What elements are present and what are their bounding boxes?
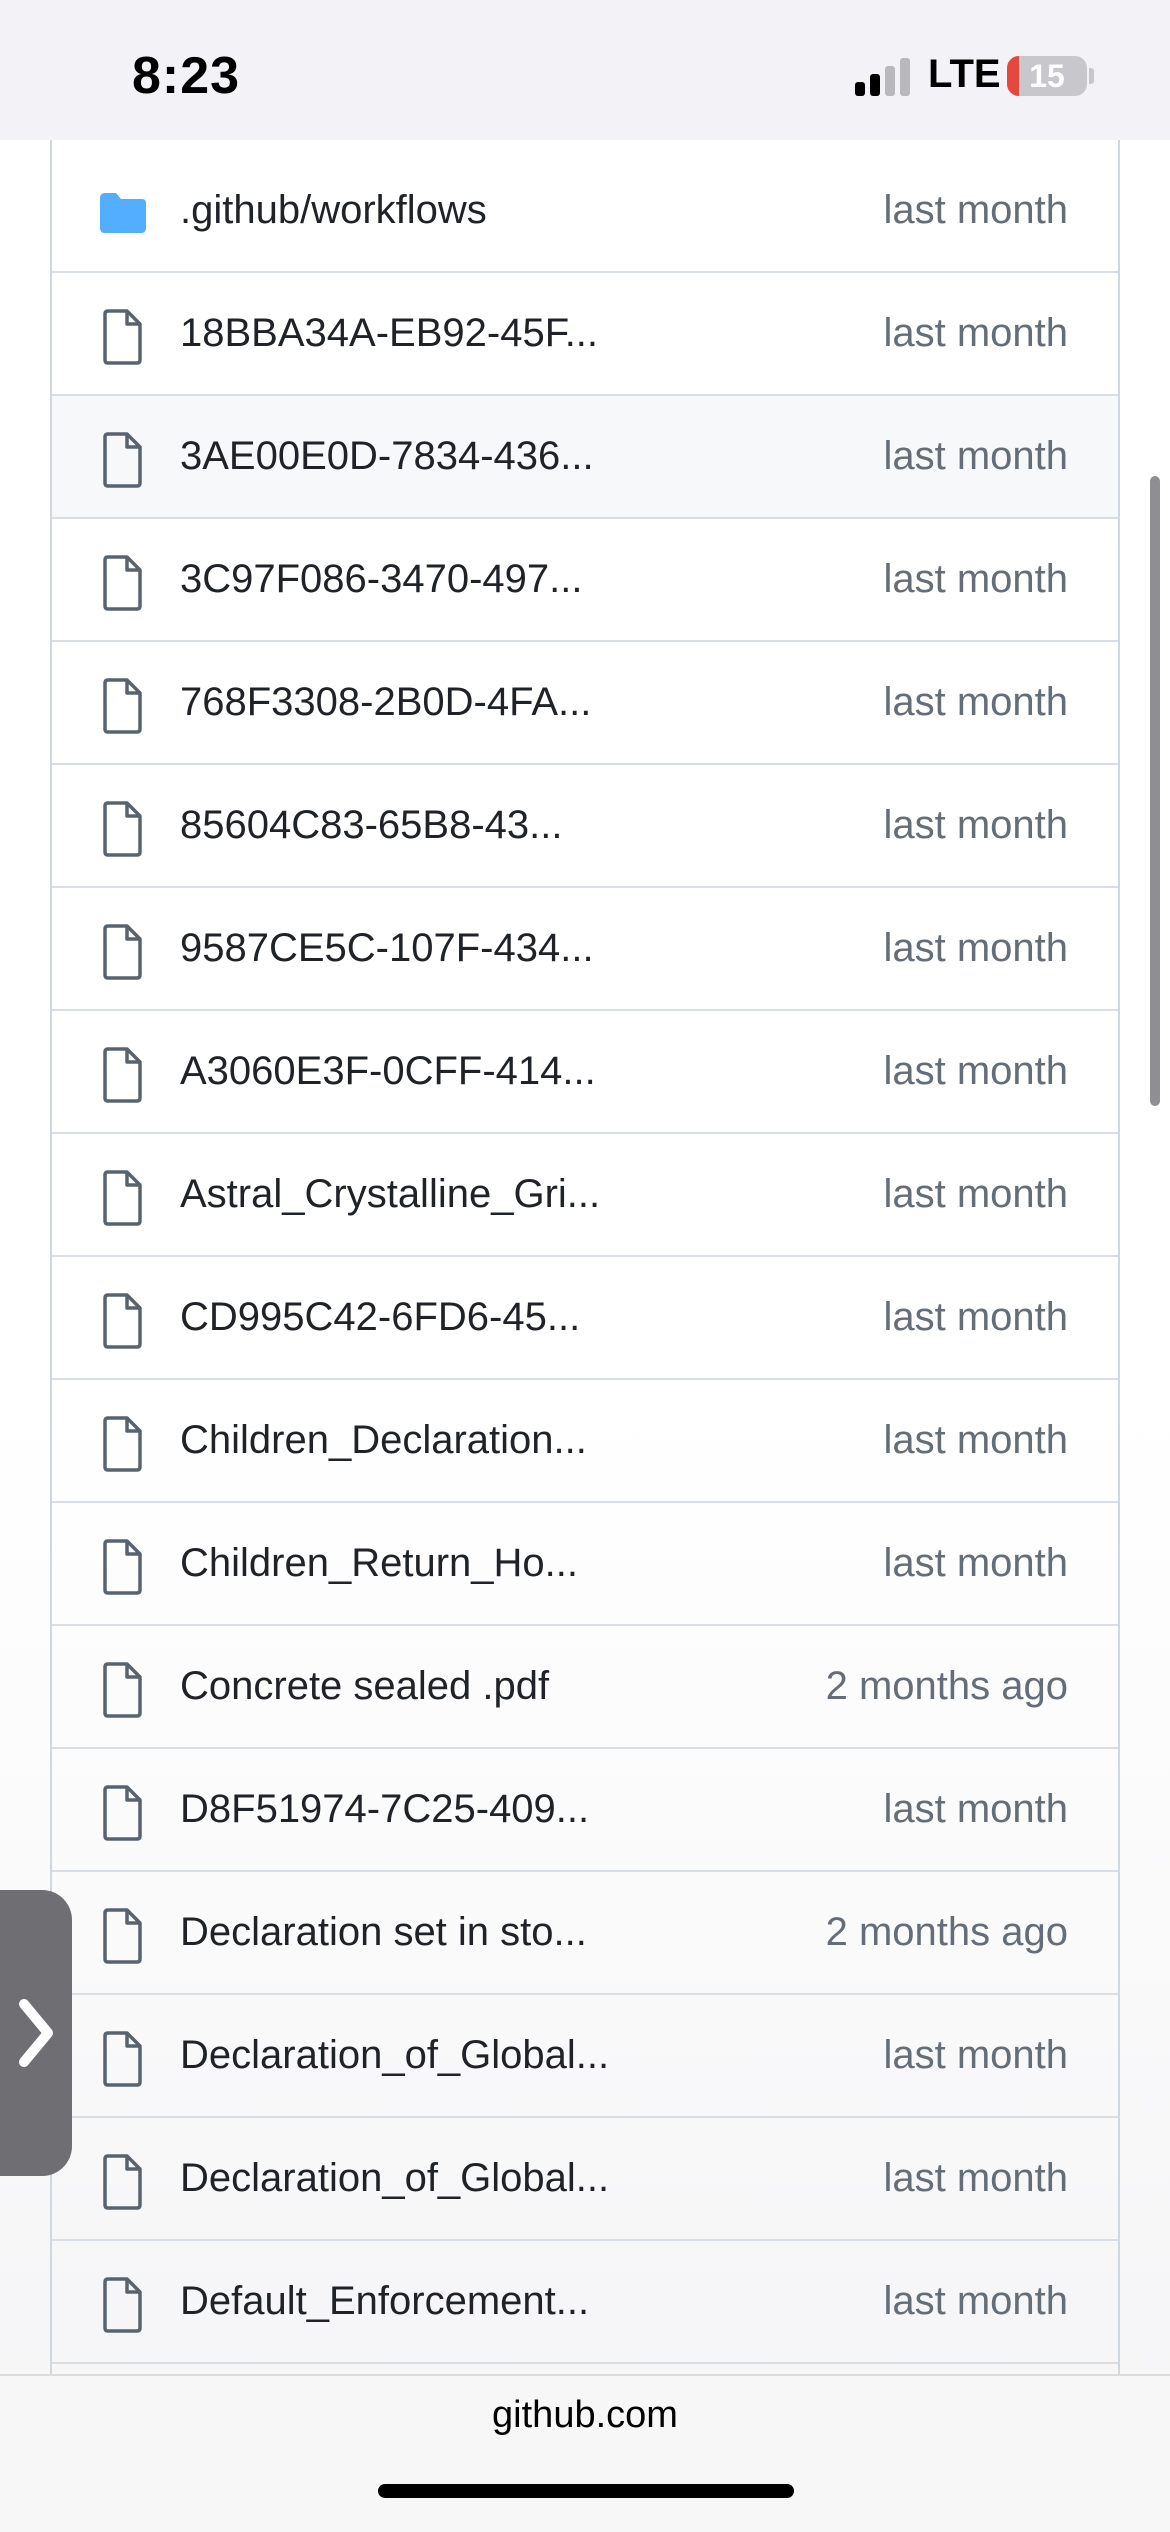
- last-modified-label: last month: [883, 2033, 1068, 2077]
- file-icon: [98, 678, 148, 734]
- file-icon: [98, 801, 148, 857]
- file-row[interactable]: 3C97F086-3470-497... last month: [52, 519, 1118, 642]
- file-row[interactable]: Declaration set in sto... 2 months ago: [52, 1872, 1118, 1995]
- last-modified-label: 2 months ago: [825, 1910, 1068, 1954]
- file-row[interactable]: Children_Return_Ho... last month: [52, 1503, 1118, 1626]
- file-name-link[interactable]: 768F3308-2B0D-4FA...: [180, 642, 591, 763]
- file-icon: [98, 309, 148, 365]
- file-icon: [98, 1047, 148, 1103]
- file-name-link[interactable]: Children_Return_Ho...: [180, 1503, 578, 1624]
- file-row[interactable]: 18BBA34A-EB92-45F... last month: [52, 273, 1118, 396]
- file-row[interactable]: 3AE00E0D-7834-436... last month: [52, 396, 1118, 519]
- status-time: 8:23: [132, 47, 241, 105]
- last-modified-label: last month: [883, 1172, 1068, 1216]
- home-indicator[interactable]: [378, 2484, 794, 2498]
- file-icon: [98, 924, 148, 980]
- file-row[interactable]: Default_Enforcement... last month: [52, 2241, 1118, 2364]
- file-row[interactable]: 768F3308-2B0D-4FA... last month: [52, 642, 1118, 765]
- last-modified-label: last month: [883, 1541, 1068, 1585]
- file-row[interactable]: CD995C42-6FD6-45... last month: [52, 1257, 1118, 1380]
- last-modified-label: last month: [883, 1418, 1068, 1462]
- chevron-right-icon: [19, 1999, 53, 2067]
- file-icon: [98, 1539, 148, 1595]
- file-row[interactable]: Children_Declaration... last month: [52, 1380, 1118, 1503]
- file-row[interactable]: 9587CE5C-107F-434... last month: [52, 888, 1118, 1011]
- last-modified-label: last month: [883, 434, 1068, 478]
- file-icon: [98, 2154, 148, 2210]
- browser-bottom-bar: github.com: [0, 2374, 1170, 2532]
- file-row[interactable]: Astral_Crystalline_Gri... last month: [52, 1134, 1118, 1257]
- file-list: .github/workflows last month 18BBA34A-EB92…: [50, 140, 1120, 2377]
- file-row[interactable]: 85604C83-65B8-43... last month: [52, 765, 1118, 888]
- file-name-link[interactable]: Declaration set in sto...: [180, 1872, 587, 1993]
- file-name-link[interactable]: 9587CE5C-107F-434...: [180, 888, 594, 1009]
- file-row[interactable]: Concrete sealed .pdf 2 months ago: [52, 1626, 1118, 1749]
- scrollbar-thumb[interactable]: [1150, 476, 1160, 1106]
- file-name-link[interactable]: 3C97F086-3470-497...: [180, 519, 583, 640]
- file-name-link[interactable]: Concrete sealed .pdf: [180, 1626, 549, 1747]
- file-icon: [98, 1416, 148, 1472]
- file-icon: [98, 1785, 148, 1841]
- file-name-link[interactable]: Astral_Crystalline_Gri...: [180, 1134, 600, 1255]
- folder-row[interactable]: .github/workflows last month: [52, 150, 1118, 273]
- file-name-link[interactable]: Declaration_of_Global...: [180, 1995, 609, 2116]
- file-icon: [98, 432, 148, 488]
- file-row[interactable]: A3060E3F-0CFF-414... last month: [52, 1011, 1118, 1134]
- last-modified-label: last month: [883, 926, 1068, 970]
- battery-tip: [1089, 68, 1094, 84]
- file-name-link[interactable]: 18BBA34A-EB92-45F...: [180, 273, 598, 394]
- last-modified-label: last month: [883, 1787, 1068, 1831]
- file-name-link[interactable]: Children_Declaration...: [180, 1380, 587, 1501]
- battery-level: 15: [1029, 58, 1065, 94]
- file-row[interactable]: D8F51974-7C25-409... last month: [52, 1749, 1118, 1872]
- last-modified-label: last month: [883, 803, 1068, 847]
- file-name-link[interactable]: Declaration_of_Global...: [180, 2118, 609, 2239]
- last-modified-label: last month: [883, 2279, 1068, 2323]
- last-modified-label: last month: [883, 680, 1068, 724]
- last-modified-label: last month: [883, 2156, 1068, 2200]
- file-icon: [98, 2031, 148, 2087]
- network-type: LTE: [928, 52, 1001, 96]
- file-name-link[interactable]: Default_Enforcement...: [180, 2241, 589, 2362]
- file-name-link[interactable]: 85604C83-65B8-43...: [180, 765, 563, 886]
- folder-name-link[interactable]: .github/workflows: [180, 150, 487, 271]
- file-icon: [98, 2277, 148, 2333]
- last-modified-label: last month: [883, 557, 1068, 601]
- last-modified-label: 2 months ago: [825, 1664, 1068, 1708]
- file-row[interactable]: Declaration_of_Global... last month: [52, 1995, 1118, 2118]
- last-modified-label: last month: [883, 1049, 1068, 1093]
- file-icon: [98, 1908, 148, 1964]
- url-label[interactable]: github.com: [0, 2394, 1170, 2437]
- last-modified-label: last month: [883, 188, 1068, 232]
- file-icon: [98, 1293, 148, 1349]
- file-name-link[interactable]: CD995C42-6FD6-45...: [180, 1257, 580, 1378]
- cellular-signal-icon: [855, 58, 911, 96]
- status-bar: 8:23 LTE 15: [0, 0, 1170, 140]
- file-icon: [98, 555, 148, 611]
- side-panel-handle[interactable]: [0, 1890, 72, 2176]
- file-icon: [98, 1662, 148, 1718]
- folder-icon: [98, 190, 148, 236]
- file-row[interactable]: Declaration_of_Global... last month: [52, 2118, 1118, 2241]
- file-name-link[interactable]: A3060E3F-0CFF-414...: [180, 1011, 596, 1132]
- last-modified-label: last month: [883, 1295, 1068, 1339]
- file-icon: [98, 1170, 148, 1226]
- battery-icon: 15: [1007, 56, 1087, 96]
- last-modified-label: last month: [883, 311, 1068, 355]
- file-name-link[interactable]: 3AE00E0D-7834-436...: [180, 396, 594, 517]
- file-name-link[interactable]: D8F51974-7C25-409...: [180, 1749, 589, 1870]
